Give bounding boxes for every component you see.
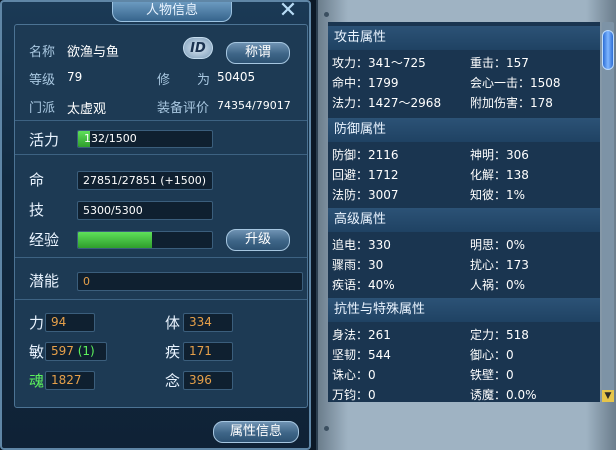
vitality-section: 活力 132/1500 bbox=[15, 121, 307, 155]
character-info-body: 名称 欲渔与鱼 ID 称谓 等级 79 修 为 50405 门派 太虚观 装备评… bbox=[14, 24, 308, 408]
attr-cell: 化解：138 bbox=[470, 168, 529, 182]
skill-field: 5300/5300 bbox=[77, 201, 213, 220]
panel-title: 人物信息 bbox=[112, 2, 232, 22]
cultivation-label-2: 为 bbox=[197, 73, 211, 88]
attr-cell: 扰心：173 bbox=[470, 258, 529, 272]
attribute-info-button[interactable]: 属性信息 bbox=[213, 421, 299, 443]
attribute-detail-panel: 攻击属性 攻力：341～725 重击：157 命中：1799 会心一击：1508… bbox=[316, 0, 616, 450]
attr-cell: 会心一击：1508 bbox=[470, 76, 561, 90]
decor-dot bbox=[324, 426, 329, 431]
resist-row: 坚韧：544 御心：0 bbox=[328, 345, 600, 366]
cultivation-label-1: 修 bbox=[157, 73, 171, 88]
str-label: 力 bbox=[29, 314, 45, 332]
id-badge-icon[interactable]: ID bbox=[183, 37, 213, 59]
sect-label: 门派 bbox=[29, 101, 56, 116]
attr-cell: 知彼：1% bbox=[470, 188, 526, 202]
exp-bar bbox=[77, 231, 213, 249]
attr-cell: 万钧：0 bbox=[332, 388, 376, 402]
attr-cell: 重击：157 bbox=[470, 56, 529, 70]
con-field: 334 bbox=[183, 313, 233, 332]
vitality-value: 132/1500 bbox=[84, 132, 137, 145]
defense-header: 防御属性 bbox=[328, 118, 600, 142]
defense-row: 法防：3007 知彼：1% bbox=[328, 185, 600, 206]
close-icon[interactable]: ✕ bbox=[277, 0, 299, 22]
attack-row: 法力：1427～2968 附加伤害：178 bbox=[328, 93, 600, 114]
attack-row: 命中：1799 会心一击：1508 bbox=[328, 73, 600, 94]
attr-cell: 诛心：0 bbox=[332, 368, 376, 382]
basic-info-section: 名称 欲渔与鱼 ID 称谓 等级 79 修 为 50405 门派 太虚观 装备评… bbox=[15, 25, 307, 121]
attr-cell: 定力：518 bbox=[470, 328, 529, 342]
resist-row: 身法：261 定力：518 bbox=[328, 325, 600, 346]
defense-row: 回避：1712 化解：138 bbox=[328, 165, 600, 186]
scroll-down-arrow-icon[interactable]: ▼ bbox=[602, 390, 614, 402]
attr-cell: 回避：1712 bbox=[332, 168, 399, 182]
decor-dot bbox=[324, 12, 329, 17]
mind-label: 念 bbox=[165, 372, 181, 390]
level-label: 等级 bbox=[29, 73, 56, 88]
resist-row: 万钧：0 诱魔：0.0% bbox=[328, 385, 600, 402]
name-value: 欲渔与鱼 bbox=[67, 45, 120, 60]
spd-label: 疾 bbox=[165, 343, 181, 361]
potential-section: 潜能 0 bbox=[15, 258, 307, 300]
attr-cell: 防御：2116 bbox=[332, 148, 399, 162]
resist-header: 抗性与特殊属性 bbox=[328, 298, 600, 322]
potential-field: 0 bbox=[77, 272, 303, 291]
attr-cell: 附加伤害：178 bbox=[470, 96, 553, 110]
attr-cell: 坚韧：544 bbox=[332, 348, 391, 362]
hp-label: 命 bbox=[29, 171, 45, 189]
attr-cell: 人祸：0% bbox=[470, 278, 526, 292]
hp-field: 27851/27851 (+1500) bbox=[77, 171, 213, 190]
level-value: 79 bbox=[67, 70, 83, 84]
character-info-panel: 人物信息 ✕ 名称 欲渔与鱼 ID 称谓 等级 79 修 为 50405 门派 … bbox=[0, 0, 311, 450]
soul-field: 1827 bbox=[45, 371, 95, 390]
exp-bar-fill bbox=[78, 232, 152, 248]
attr-cell: 铁壁：0 bbox=[470, 368, 514, 382]
advanced-row: 骤雨：30 扰心：173 bbox=[328, 255, 600, 276]
cultivation-value: 50405 bbox=[217, 70, 256, 84]
attr-cell: 诱魔：0.0% bbox=[470, 388, 537, 402]
attr-cell: 法力：1427～2968 bbox=[332, 96, 442, 110]
vitality-bar: 132/1500 bbox=[77, 130, 213, 148]
attr-cell: 身法：261 bbox=[332, 328, 391, 342]
attr-cell: 攻力：341～725 bbox=[332, 56, 426, 70]
agi-label: 敏 bbox=[29, 343, 45, 361]
str-field: 94 bbox=[45, 313, 95, 332]
exp-label: 经验 bbox=[29, 231, 60, 249]
upgrade-button[interactable]: 升级 bbox=[226, 229, 290, 251]
advanced-row: 追电：330 明思：0% bbox=[328, 235, 600, 256]
defense-row: 防御：2116 神明：306 bbox=[328, 145, 600, 166]
advanced-row: 疾语：40% 人祸：0% bbox=[328, 275, 600, 296]
name-label: 名称 bbox=[29, 45, 56, 60]
attack-header: 攻击属性 bbox=[328, 26, 600, 50]
attr-cell: 明思：0% bbox=[470, 238, 526, 252]
attribute-list: 攻击属性 攻力：341～725 重击：157 命中：1799 会心一击：1508… bbox=[328, 22, 600, 402]
scroll-thumb[interactable] bbox=[602, 30, 614, 70]
con-label: 体 bbox=[165, 314, 181, 332]
attr-cell: 神明：306 bbox=[470, 148, 529, 162]
resist-row: 诛心：0 铁壁：0 bbox=[328, 365, 600, 386]
advanced-header: 高级属性 bbox=[328, 208, 600, 232]
title-button[interactable]: 称谓 bbox=[226, 42, 290, 64]
status-section: 命 27851/27851 (+1500) 技 5300/5300 经验 升级 bbox=[15, 155, 307, 258]
vitality-label: 活力 bbox=[29, 131, 60, 149]
attr-cell: 法防：3007 bbox=[332, 188, 399, 202]
soul-label: 魂 bbox=[29, 372, 45, 390]
attr-cell: 骤雨：30 bbox=[332, 258, 384, 272]
skill-label: 技 bbox=[29, 201, 45, 219]
mind-field: 396 bbox=[183, 371, 233, 390]
attr-cell: 命中：1799 bbox=[332, 76, 399, 90]
attr-cell: 疾语：40% bbox=[332, 278, 395, 292]
attr-cell: 追电：330 bbox=[332, 238, 391, 252]
gear-score-value: 74354/79017 bbox=[217, 99, 291, 112]
attr-cell: 御心：0 bbox=[470, 348, 514, 362]
spd-field: 171 bbox=[183, 342, 233, 361]
attack-row: 攻力：341～725 重击：157 bbox=[328, 53, 600, 74]
potential-label: 潜能 bbox=[29, 272, 60, 290]
sect-value: 太虚观 bbox=[67, 102, 107, 117]
gear-score-label: 装备评价 bbox=[157, 101, 210, 116]
agi-field: 597 (1) bbox=[45, 342, 107, 361]
attribute-scrollbar[interactable]: ▼ bbox=[602, 22, 614, 402]
